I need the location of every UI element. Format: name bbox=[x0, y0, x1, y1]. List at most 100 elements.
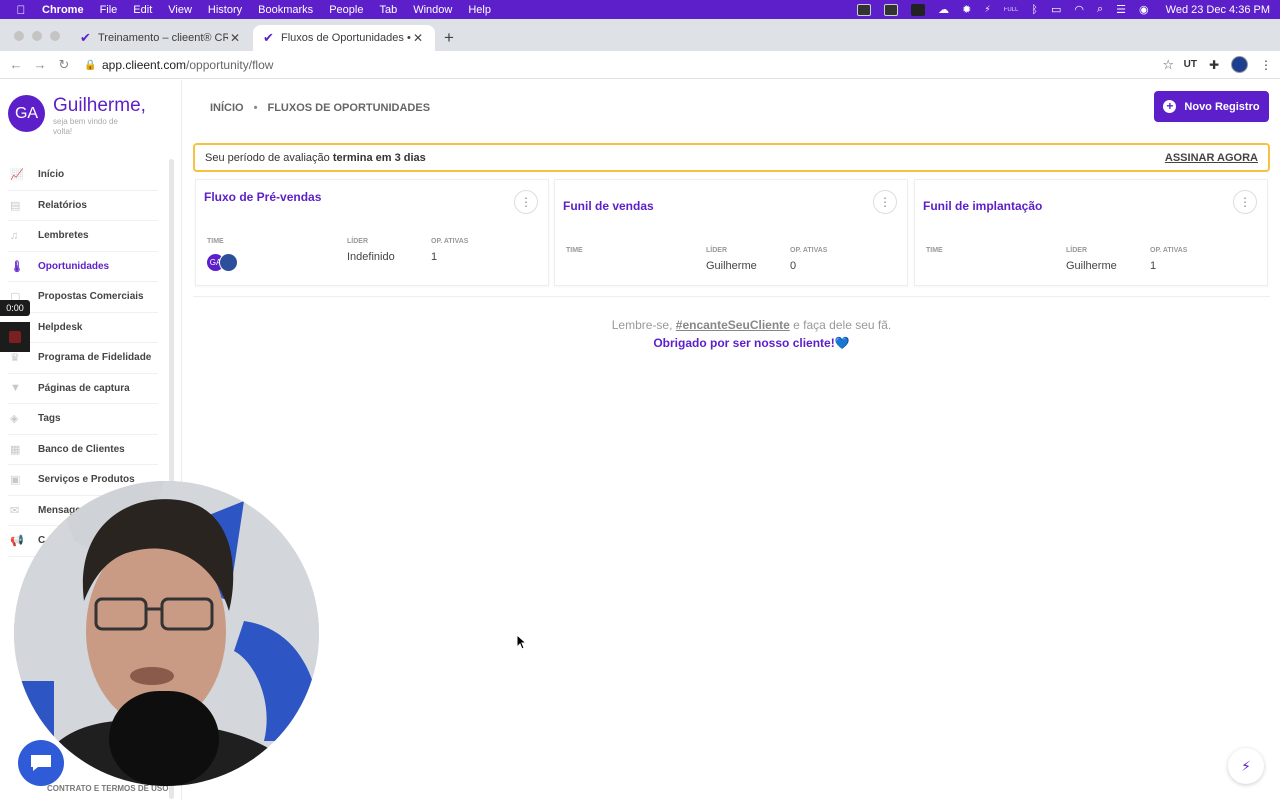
mouse-cursor-icon bbox=[516, 634, 528, 650]
thanks-message: Obrigado por ser nosso cliente!💙 bbox=[653, 336, 850, 350]
sidebar-item-oportunidades[interactable]: 🌡 Oportunidades bbox=[8, 252, 158, 282]
battery-label: FULL bbox=[1003, 6, 1019, 13]
sidebar-item-helpdesk[interactable]: ☊Helpdesk bbox=[8, 313, 158, 343]
active-ops-value: 1 bbox=[431, 251, 438, 263]
spotlight-icon[interactable]: ⌕ bbox=[1097, 3, 1103, 16]
tab-treinamento[interactable]: ✔ Treinamento – clieent® CRM ✕ bbox=[70, 25, 252, 51]
flow-card-title[interactable]: Funil de implantação bbox=[923, 199, 1042, 213]
app-status-icon[interactable] bbox=[857, 3, 872, 16]
forward-icon[interactable]: → bbox=[28, 57, 52, 72]
extension-icon[interactable]: UT bbox=[1184, 59, 1197, 70]
sidebar-item-tags[interactable]: ◈ Tags bbox=[8, 404, 158, 435]
menubar-clock[interactable]: Wed 23 Dec 4:36 PM bbox=[1166, 4, 1270, 16]
flow-card[interactable]: Fluxo de Pré-vendas ⋮ TIME LÍDER OP. ATI… bbox=[195, 179, 549, 286]
sidebar-item-label: Oportunidades bbox=[38, 260, 110, 272]
screen-icon[interactable] bbox=[884, 3, 899, 16]
control-center-icon[interactable]: ☰ bbox=[1116, 3, 1126, 16]
back-icon[interactable]: ← bbox=[4, 57, 28, 72]
battery-icon[interactable]: ▭ bbox=[1051, 3, 1061, 16]
megaphone-icon: 📢 bbox=[10, 535, 24, 548]
remember-suffix: e faça dele seu fã. bbox=[789, 318, 892, 332]
terms-link[interactable]: CONTRATO E TERMOS DE USO bbox=[47, 784, 169, 793]
menu-app-name[interactable]: Chrome bbox=[34, 4, 92, 16]
menu-view[interactable]: View bbox=[160, 4, 200, 16]
sidebar-item-label: Relatórios bbox=[38, 199, 87, 211]
trophy-icon: ♛ bbox=[10, 352, 20, 365]
menu-tab[interactable]: Tab bbox=[371, 4, 405, 16]
sidebar-item-fidelidade[interactable]: ♛ Programa de Fidelidade bbox=[8, 343, 158, 374]
kebab-menu-icon[interactable]: ⋮ bbox=[873, 190, 897, 214]
welcome-text: seja bem vindo de volta! bbox=[53, 117, 118, 136]
sidebar-item-banco-clientes[interactable]: ▦ Banco de Clientes bbox=[8, 435, 158, 465]
sidebar-item-label: Programa de Fidelidade bbox=[38, 352, 152, 364]
lock-icon[interactable]: 🔒 bbox=[84, 60, 102, 71]
flow-card-title[interactable]: Funil de vendas bbox=[563, 199, 654, 213]
sidebar-item-relatorios[interactable]: ▤ Relatórios bbox=[8, 191, 158, 221]
sidebar-item-paginas-captura[interactable]: ▼ Páginas de captura bbox=[8, 374, 158, 404]
gear-icon[interactable]: ✹ bbox=[962, 3, 971, 16]
minimize-window-button[interactable] bbox=[32, 31, 42, 41]
sidebar-item-lembretes[interactable]: ♫ Lembretes bbox=[8, 221, 158, 252]
menu-edit[interactable]: Edit bbox=[125, 4, 160, 16]
menu-history[interactable]: History bbox=[200, 4, 250, 16]
menu-window[interactable]: Window bbox=[405, 4, 460, 16]
browser-tab-strip: ✔ Treinamento – clieent® CRM ✕ ✔ Fluxos … bbox=[0, 19, 1280, 51]
window-controls bbox=[14, 31, 60, 41]
menu-file[interactable]: File bbox=[92, 4, 126, 16]
zoom-window-button[interactable] bbox=[50, 31, 60, 41]
chat-button[interactable] bbox=[18, 740, 64, 786]
sidebar-item-label: Propostas Comerciais bbox=[38, 291, 144, 303]
webcam-overlay bbox=[14, 481, 319, 786]
user-avatar[interactable]: GA bbox=[8, 95, 45, 132]
stop-recording-button[interactable] bbox=[0, 322, 30, 352]
reload-icon[interactable]: ↻ bbox=[52, 57, 76, 73]
sidebar-item-label: Tags bbox=[38, 413, 61, 425]
subscribe-now-link[interactable]: ASSINAR AGORA bbox=[1165, 152, 1258, 164]
siri-icon[interactable]: ◉ bbox=[1139, 3, 1149, 16]
kebab-menu-icon[interactable]: ⋮ bbox=[1233, 190, 1257, 214]
kebab-menu-icon[interactable]: ⋮ bbox=[514, 190, 538, 214]
flow-card[interactable]: Funil de vendas ⋮ TIME LÍDER OP. ATIVAS … bbox=[554, 179, 908, 286]
close-window-button[interactable] bbox=[14, 31, 24, 41]
leader-label: LÍDER bbox=[347, 238, 368, 245]
breadcrumb-home[interactable]: INÍCIO bbox=[210, 102, 244, 114]
browser-toolbar: ← → ↻ 🔒 app.clieent.com/opportunity/flow… bbox=[0, 51, 1280, 79]
database-icon: ▦ bbox=[10, 443, 21, 456]
team-label: TIME bbox=[207, 238, 224, 245]
cloud-icon[interactable]: ☁ bbox=[938, 3, 949, 16]
menu-people[interactable]: People bbox=[321, 4, 371, 16]
bookmark-star-icon[interactable]: ☆ bbox=[1162, 57, 1174, 73]
user-name: Guilherme, bbox=[53, 95, 146, 116]
tag-icon: ◈ bbox=[10, 413, 19, 426]
flash-icon[interactable]: ⚡ bbox=[984, 4, 990, 15]
flow-card-title[interactable]: Fluxo de Pré-vendas bbox=[204, 190, 321, 204]
close-tab-icon[interactable]: ✕ bbox=[411, 31, 425, 45]
team-label: TIME bbox=[926, 247, 943, 254]
extensions-area: UT ✚ ⋮ bbox=[1184, 56, 1272, 73]
camera-icon[interactable] bbox=[911, 3, 926, 16]
sidebar-item-inicio[interactable]: 📈 Início bbox=[8, 160, 158, 191]
apple-icon[interactable]:  bbox=[8, 3, 34, 17]
menu-bookmarks[interactable]: Bookmarks bbox=[250, 4, 321, 16]
new-tab-button[interactable]: + bbox=[444, 28, 454, 48]
url-host: app.clieent.com bbox=[102, 58, 187, 72]
bell-icon: ♫ bbox=[10, 229, 19, 242]
chat-bubble-icon bbox=[31, 755, 51, 771]
bluetooth-icon[interactable]: ᛒ bbox=[1031, 4, 1038, 16]
address-bar[interactable]: 🔒 app.clieent.com/opportunity/flow ☆ bbox=[84, 54, 1174, 76]
filter-icon: ▼ bbox=[10, 382, 21, 395]
profile-avatar[interactable] bbox=[1231, 56, 1248, 73]
tab-fluxos[interactable]: ✔ Fluxos de Oportunidades • clie ✕ bbox=[253, 25, 435, 51]
flow-card[interactable]: Funil de implantação ⋮ TIME LÍDER OP. AT… bbox=[914, 179, 1268, 286]
magic-wand-button[interactable]: ⚡ bbox=[1228, 748, 1264, 784]
menu-help[interactable]: Help bbox=[460, 4, 499, 16]
more-icon[interactable]: ⋮ bbox=[1260, 58, 1272, 72]
new-record-button[interactable]: + Novo Registro bbox=[1154, 91, 1269, 122]
clieent-favicon-icon: ✔ bbox=[263, 30, 274, 45]
puzzle-icon[interactable]: ✚ bbox=[1209, 58, 1219, 72]
sidebar-item-propostas[interactable]: ▢ Propostas Comerciais bbox=[8, 282, 158, 313]
team-member-avatar[interactable] bbox=[219, 253, 238, 272]
close-tab-icon[interactable]: ✕ bbox=[228, 31, 242, 45]
wifi-icon[interactable]: ◠ bbox=[1074, 3, 1084, 16]
hashtag-link[interactable]: #encanteSeuCliente bbox=[676, 318, 790, 332]
